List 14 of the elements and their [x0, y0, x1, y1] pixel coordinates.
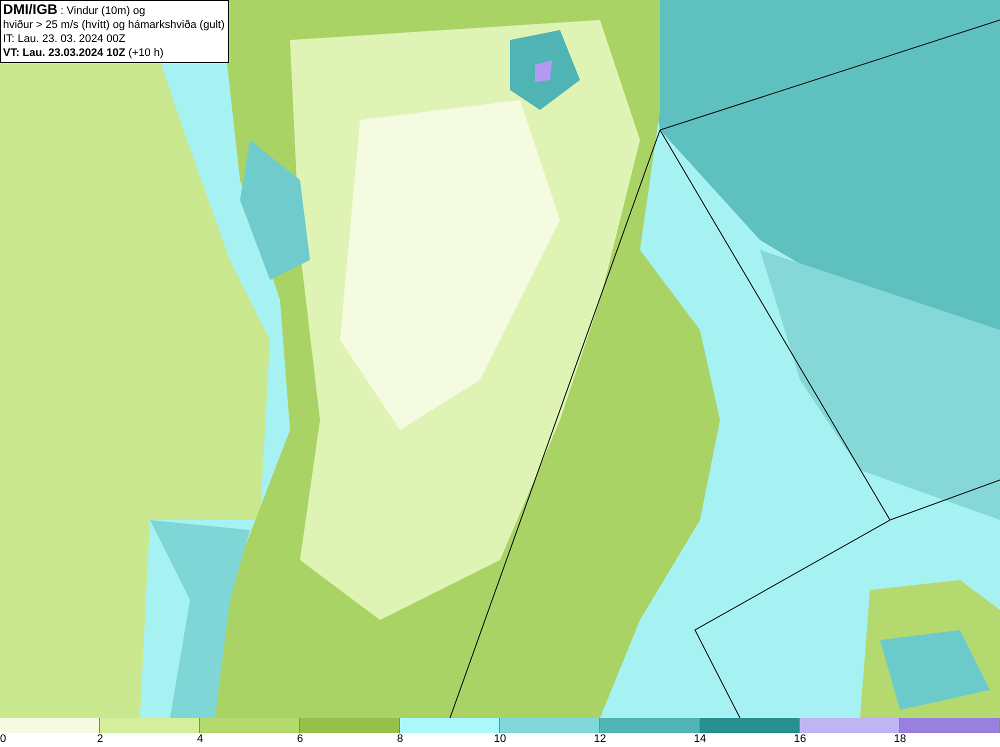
legend-label: 4: [196, 733, 204, 746]
legend-label: 0: [0, 733, 6, 746]
info-text: VT: Lau. 23.03.2024 10Z (+10 h): [3, 46, 165, 60]
info-text: IT: Lau. 23. 03. 2024 00Z: [3, 32, 126, 46]
legend-label: 2: [96, 733, 104, 746]
legend-label: 16: [794, 733, 806, 746]
info-text: DMI/IGB : Vindur (10m) og: [3, 2, 146, 18]
legend-label: 10: [494, 733, 506, 746]
info-text: hviður > 25 m/s (hvítt) og hámarkshviða (gult): [3, 18, 225, 32]
legend-label: 6: [296, 733, 304, 746]
legend-label: 8: [396, 733, 404, 746]
legend-label: 12: [594, 733, 606, 746]
legend-label: 14: [694, 733, 706, 746]
legend-label: 18: [894, 733, 906, 746]
